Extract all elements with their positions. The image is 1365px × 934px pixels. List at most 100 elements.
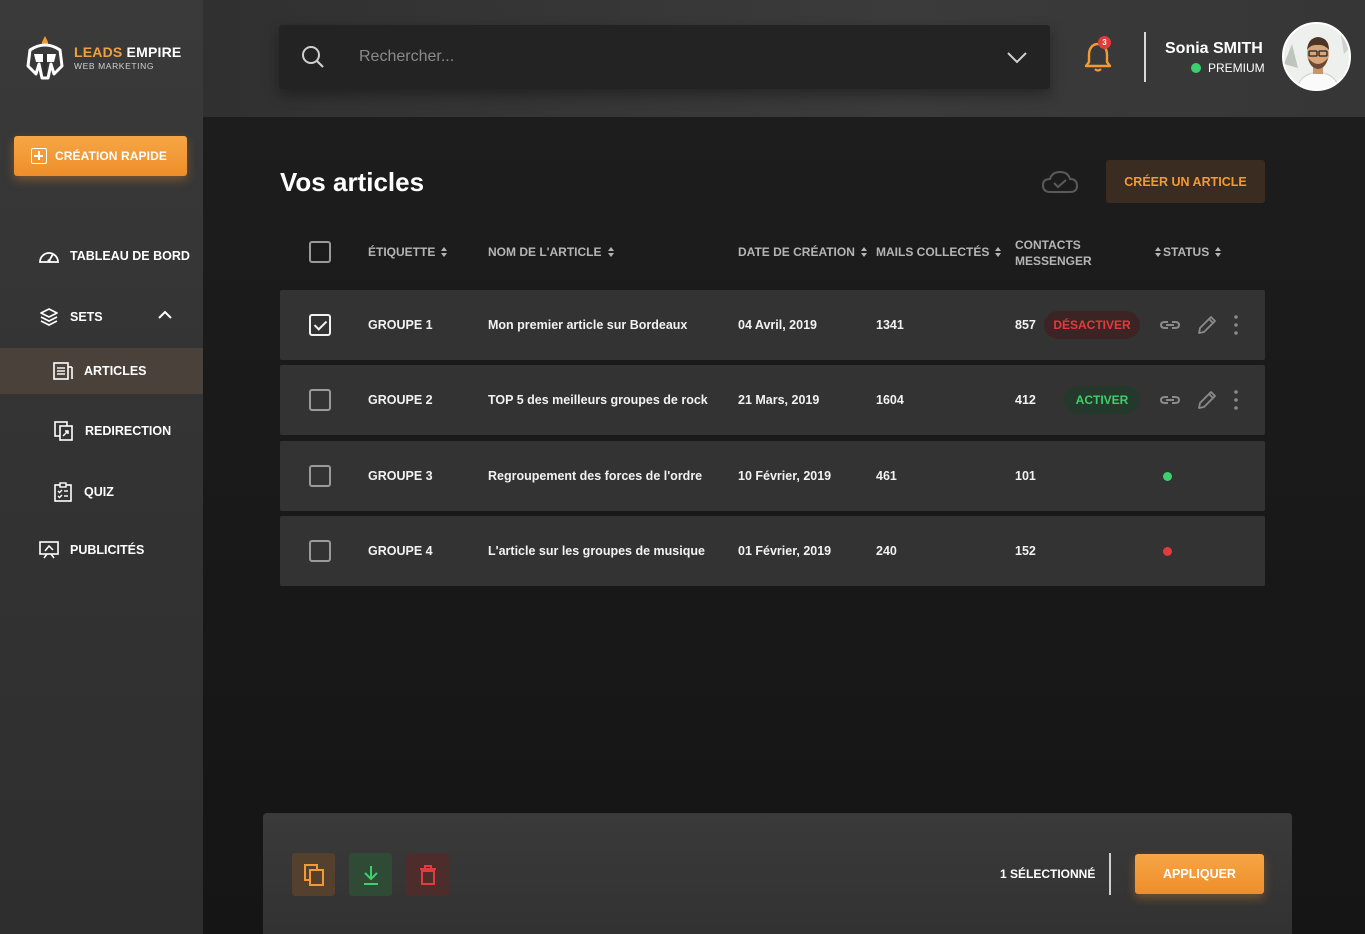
sidebar-item-articles[interactable]: ARTICLES <box>0 348 203 394</box>
brand-logo[interactable]: LEADS EMPIRE WEB MARKETING <box>24 34 181 80</box>
sort-icon <box>1215 247 1222 257</box>
sidebar-item-label: SETS <box>70 310 103 324</box>
search-icon[interactable] <box>301 45 325 69</box>
row-article-name[interactable]: TOP 5 des meilleurs groupes de rock <box>488 393 708 407</box>
edit-pencil-icon[interactable] <box>1196 389 1218 411</box>
row-date: 04 Avril, 2019 <box>738 318 817 332</box>
row-checkbox[interactable] <box>309 465 331 487</box>
user-plan-label: PREMIUM <box>1208 61 1265 75</box>
sort-icon <box>995 247 1002 257</box>
trash-icon <box>419 864 436 885</box>
avatar[interactable] <box>1282 22 1351 91</box>
quick-create-label: CRÉATION RAPIDE <box>55 149 167 163</box>
deactivate-button[interactable]: DÉSACTIVER <box>1044 311 1140 339</box>
row-label: GROUPE 2 <box>368 393 433 407</box>
link-icon[interactable] <box>1159 314 1181 336</box>
sidebar-item-label: ARTICLES <box>84 364 147 378</box>
column-header-mails[interactable]: MAILS COLLECTÉS <box>876 245 1002 259</box>
row-checkbox[interactable] <box>309 540 331 562</box>
column-header-name[interactable]: NOM DE L'ARTICLE <box>488 245 614 259</box>
column-header-contacts[interactable]: CONTACTS MESSENGER <box>1015 237 1092 269</box>
sidebar-item-label: TABLEAU DE BORD <box>70 249 190 263</box>
sidebar-item-label: PUBLICITÉS <box>70 543 145 557</box>
brand-name: LEADS EMPIRE <box>74 43 182 60</box>
search-input[interactable] <box>359 48 979 66</box>
main-content: Vos articles CRÉER UN ARTICLE ÉTIQUETTE … <box>203 117 1365 934</box>
notification-badge: 3 <box>1098 36 1111 49</box>
page-title: Vos articles <box>280 167 425 197</box>
table-row[interactable]: GROUPE 3 Regroupement des forces de l'or… <box>280 441 1265 511</box>
sidebar-item-quiz[interactable]: QUIZ <box>0 469 203 515</box>
table-row[interactable]: GROUPE 2 TOP 5 des meilleurs groupes de … <box>280 365 1265 435</box>
row-date: 10 Février, 2019 <box>738 469 832 483</box>
table-header: ÉTIQUETTE NOM DE L'ARTICLE DATE DE CRÉAT… <box>280 232 1265 272</box>
activate-button[interactable]: ACTIVER <box>1064 386 1140 414</box>
status-active-dot <box>1163 472 1172 481</box>
header-divider <box>1144 32 1146 82</box>
dashboard-gauge-icon <box>38 245 60 267</box>
quiz-clipboard-icon <box>52 481 74 503</box>
layers-icon <box>38 306 60 328</box>
column-header-date[interactable]: DATE DE CRÉATION <box>738 245 867 259</box>
row-label: GROUPE 3 <box>368 469 433 483</box>
selection-count: 1 SÉLECTIONNÉ <box>1000 867 1096 881</box>
row-article-name[interactable]: Mon premier article sur Bordeaux <box>488 318 687 332</box>
chevron-down-icon[interactable] <box>1006 47 1028 67</box>
select-all-checkbox[interactable] <box>309 241 331 263</box>
row-checkbox[interactable] <box>309 314 331 336</box>
row-contacts: 152 <box>1015 544 1036 558</box>
sidebar: LEADS EMPIRE WEB MARKETING CRÉATION RAPI… <box>0 0 203 934</box>
table-row[interactable]: GROUPE 4 L'article sur les groupes de mu… <box>280 516 1265 586</box>
top-bar: 3 Sonia SMITH PREMIUM <box>203 0 1365 117</box>
sidebar-item-redirection[interactable]: REDIRECTION <box>0 408 203 454</box>
link-icon[interactable] <box>1159 389 1181 411</box>
sort-icon <box>607 247 614 257</box>
duplicate-button[interactable] <box>292 853 335 896</box>
delete-button[interactable] <box>406 853 449 896</box>
row-article-name[interactable]: L'article sur les groupes de musique <box>488 544 705 558</box>
chevron-up-icon[interactable] <box>157 310 173 320</box>
row-article-name[interactable]: Regroupement des forces de l'ordre <box>488 469 702 483</box>
sidebar-item-label: REDIRECTION <box>85 424 172 438</box>
sort-icon <box>441 247 448 257</box>
apply-button[interactable]: APPLIQUER <box>1135 854 1264 894</box>
status-inactive-dot <box>1163 547 1172 556</box>
edit-pencil-icon[interactable] <box>1196 314 1218 336</box>
row-date: 01 Février, 2019 <box>738 544 832 558</box>
row-label: GROUPE 1 <box>368 318 433 332</box>
row-contacts: 101 <box>1015 469 1036 483</box>
bulk-action-bar: 1 SÉLECTIONNÉ APPLIQUER <box>263 813 1292 934</box>
more-vertical-icon[interactable] <box>1225 314 1247 336</box>
row-mails: 240 <box>876 544 897 558</box>
redirect-icon <box>53 420 75 442</box>
download-button[interactable] <box>349 853 392 896</box>
row-checkbox[interactable] <box>309 389 331 411</box>
row-date: 21 Mars, 2019 <box>738 393 820 407</box>
spartan-helmet-icon <box>26 36 64 80</box>
sidebar-item-dashboard[interactable]: TABLEAU DE BORD <box>0 233 203 279</box>
ads-icon <box>38 539 60 561</box>
column-header-label[interactable]: ÉTIQUETTE <box>368 245 448 259</box>
row-contacts: 412 <box>1015 393 1036 407</box>
sidebar-item-sets[interactable]: SETS <box>0 294 203 340</box>
copy-icon <box>303 863 324 886</box>
row-label: GROUPE 4 <box>368 544 433 558</box>
notifications-bell[interactable]: 3 <box>1083 36 1113 74</box>
cloud-check-icon[interactable] <box>1041 169 1079 195</box>
row-contacts: 857 <box>1015 318 1036 332</box>
row-mails: 1341 <box>876 318 904 332</box>
search-bar[interactable] <box>279 25 1050 89</box>
sidebar-item-label: QUIZ <box>84 485 114 499</box>
footer-divider <box>1109 853 1111 895</box>
more-vertical-icon[interactable] <box>1225 389 1247 411</box>
user-avatar-icon <box>1284 24 1349 89</box>
create-article-button[interactable]: CRÉER UN ARTICLE <box>1106 160 1265 203</box>
column-header-status[interactable]: STATUS <box>1155 245 1222 259</box>
table-row[interactable]: GROUPE 1 Mon premier article sur Bordeau… <box>280 290 1265 360</box>
plus-square-icon <box>31 148 47 164</box>
row-mails: 1604 <box>876 393 904 407</box>
sidebar-item-publicites[interactable]: PUBLICITÉS <box>0 527 203 573</box>
brand-subtitle: WEB MARKETING <box>74 60 155 71</box>
download-icon <box>363 865 378 885</box>
quick-create-button[interactable]: CRÉATION RAPIDE <box>14 136 187 176</box>
